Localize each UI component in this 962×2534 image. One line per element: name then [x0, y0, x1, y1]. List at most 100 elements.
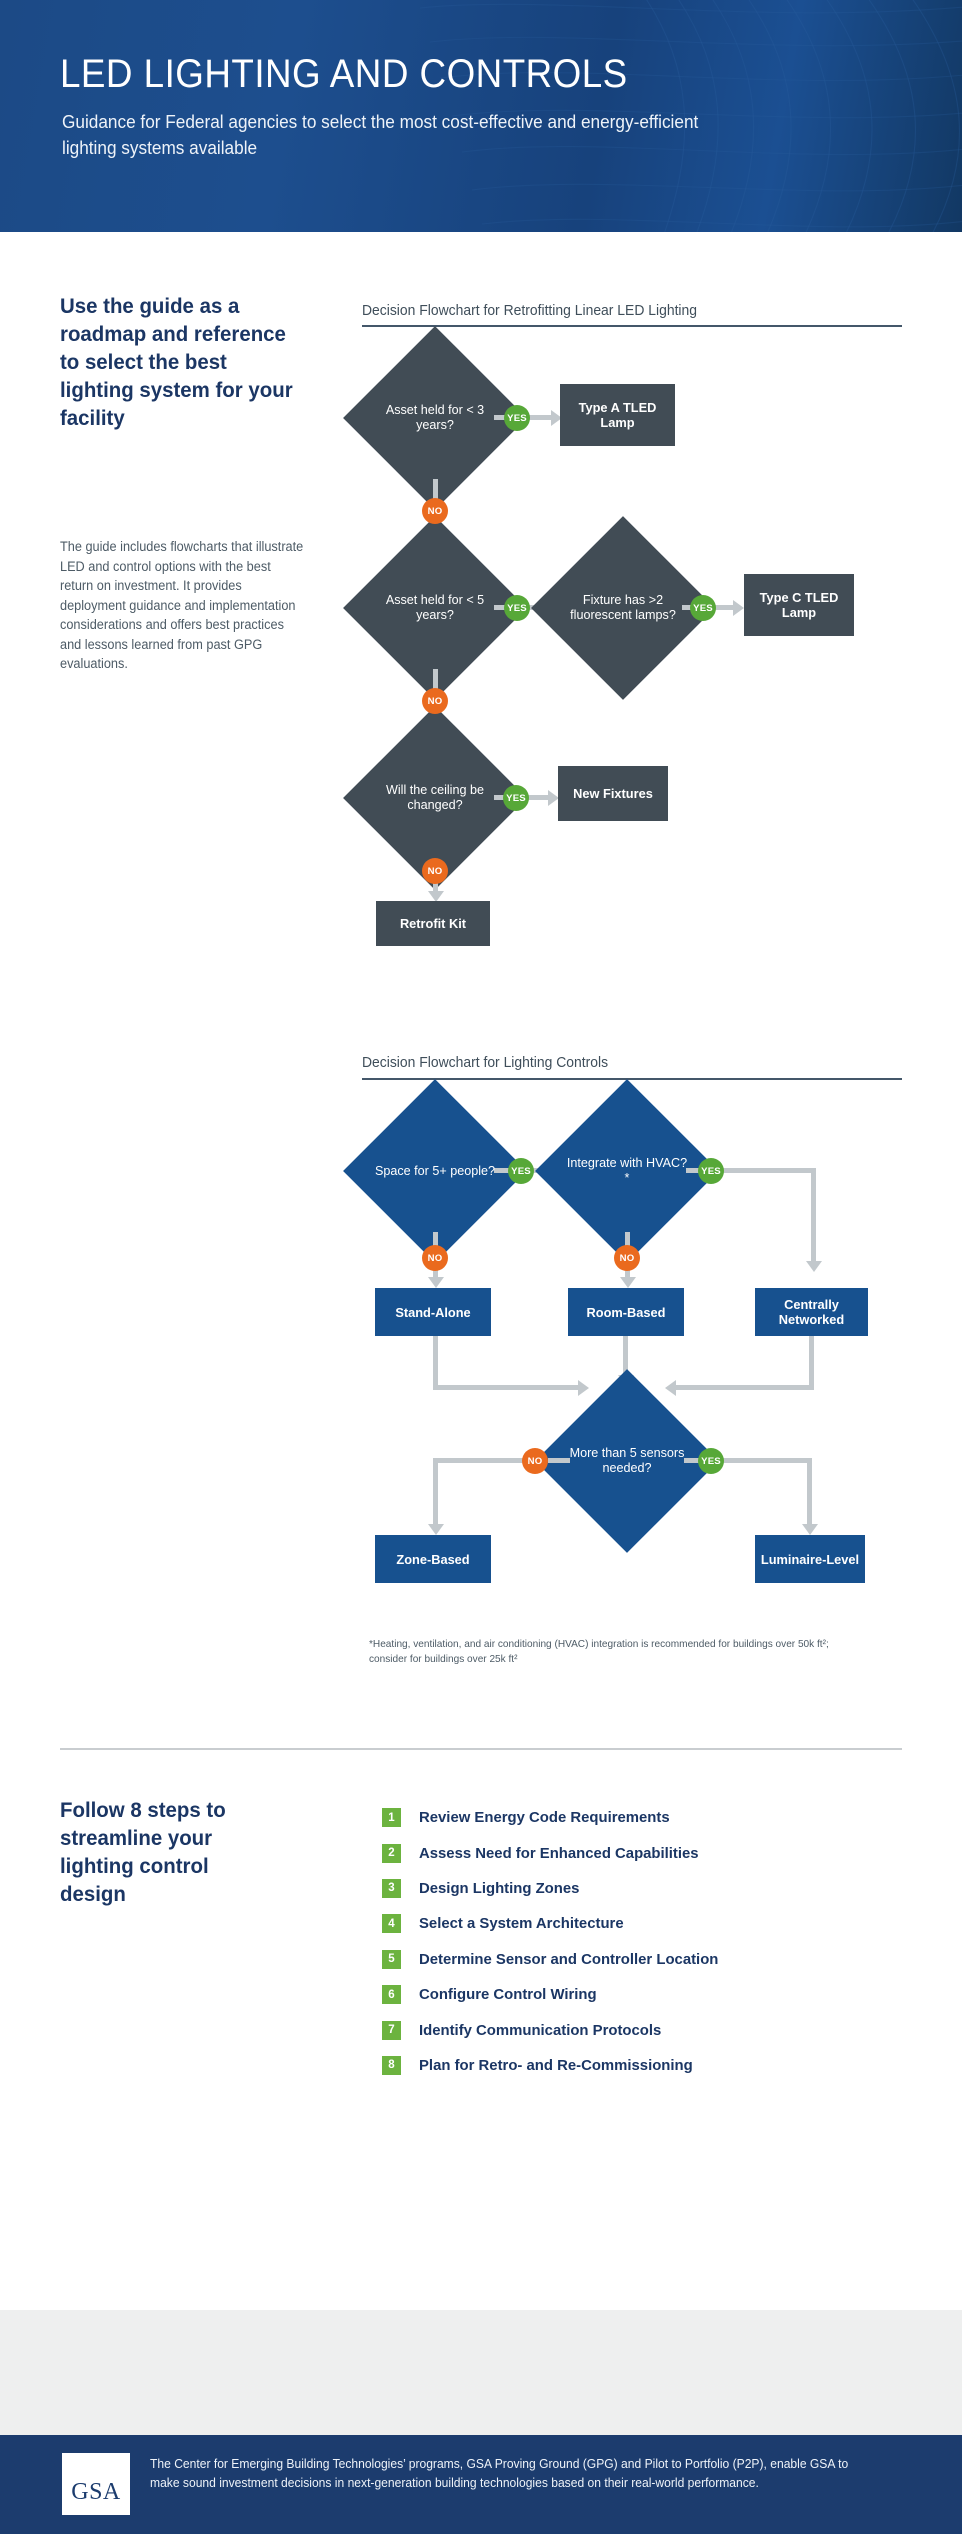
node-label: Asset held for < 3 years?: [385, 403, 485, 432]
flowchart2-node-zone-based[interactable]: Zone-Based: [375, 1535, 491, 1583]
flowchart2-node-integrate-hvac[interactable]: Integrate with HVAC?*: [535, 1079, 719, 1263]
node-label: Will the ceiling be changed?: [386, 783, 484, 812]
step-label: Plan for Retro- and Re-Commissioning: [419, 2056, 693, 2074]
connector-r1-down: [433, 1336, 438, 1390]
list-item[interactable]: 3 Design Lighting Zones: [382, 1871, 852, 1906]
flowchart2-node-more-than-5-sensors[interactable]: More than 5 sensors needed?: [535, 1369, 719, 1553]
arrowhead-r1-to-d3: [578, 1380, 589, 1396]
flowchart1-node-retrofit-kit[interactable]: Retrofit Kit: [376, 901, 490, 946]
steps-list: 1 Review Energy Code Requirements 2 Asse…: [382, 1800, 852, 2083]
step-label: Design Lighting Zones: [419, 1879, 580, 1897]
section-divider: [60, 1748, 902, 1750]
connector-yes-right: [722, 1458, 812, 1463]
flowchart2-footnote: *Heating, ventilation, and air condition…: [369, 1639, 829, 1665]
badge-yes-1: YES: [508, 1158, 534, 1184]
node-label: Type A TLED Lamp: [578, 400, 657, 430]
connector-central-down: [811, 1168, 816, 1263]
node-label: Zone-Based: [396, 1551, 470, 1567]
node-label: Fixture has >2 fluorescent lamps?: [570, 593, 676, 622]
node-label: Centrally Networked: [778, 1297, 845, 1327]
node-label: Room-Based: [586, 1304, 666, 1320]
badge-yes-2: YES: [504, 595, 530, 621]
flowchart2-node-centrally-networked[interactable]: Centrally Networked: [755, 1288, 868, 1336]
badge-no-1: NO: [422, 1245, 448, 1271]
page-subtitle: Guidance for Federal agencies to select …: [62, 111, 699, 158]
flowchart1-title: Decision Flowchart for Retrofitting Line…: [362, 303, 698, 319]
node-label: Space for 5+ people?: [374, 1163, 496, 1178]
step-number-badge: 2: [382, 1843, 401, 1863]
step-number-badge: 1: [382, 1808, 401, 1828]
footer-text: The Center for Emerging Building Technol…: [150, 2457, 849, 2490]
flowchart1-node-type-c-tled[interactable]: Type C TLED Lamp: [744, 574, 854, 636]
node-label: Type C TLED Lamp: [759, 590, 839, 620]
step-number-badge: 3: [382, 1878, 401, 1898]
badge-yes-2: YES: [698, 1158, 724, 1184]
page-header: LED LIGHTING AND CONTROLS Guidance for F…: [0, 0, 962, 232]
step-label: Select a System Architecture: [419, 1915, 624, 1933]
step-label: Configure Control Wiring: [419, 1986, 597, 2004]
page-footer: GSA The Center for Emerging Building Tec…: [0, 2435, 962, 2534]
flowchart2-node-space-5-people[interactable]: Space for 5+ people?: [343, 1079, 527, 1263]
step-label: Determine Sensor and Controller Location: [419, 1950, 719, 1968]
step-number-badge: 6: [382, 1985, 401, 2005]
arrowhead-to-r2: [733, 600, 744, 616]
flowchart1-rule: [362, 325, 902, 328]
node-label: Asset held for < 5 years?: [385, 593, 485, 622]
badge-no-2: NO: [422, 688, 448, 714]
arrowhead-to-r1: [428, 1277, 444, 1288]
node-label: More than 5 sensors needed?: [569, 1446, 685, 1475]
connector-r3-down: [809, 1336, 814, 1390]
flowchart1-node-type-a-tled[interactable]: Type A TLED Lamp: [560, 384, 675, 446]
list-item[interactable]: 6 Configure Control Wiring: [382, 1977, 852, 2012]
node-label: Luminaire-Level: [760, 1551, 860, 1567]
step-label: Identify Communication Protocols: [419, 2021, 662, 2039]
flowchart2-node-room-based[interactable]: Room-Based: [568, 1288, 684, 1336]
list-item[interactable]: 1 Review Energy Code Requirements: [382, 1800, 852, 1835]
steps-heading: Follow 8 steps to streamline your lighti…: [60, 1798, 226, 1906]
badge-no-2: NO: [614, 1245, 640, 1271]
arrowhead-to-r5: [802, 1524, 818, 1535]
flowchart1-node-new-fixtures[interactable]: New Fixtures: [558, 766, 668, 821]
step-number-badge: 8: [382, 2055, 401, 2075]
connector-yes-central: [722, 1168, 816, 1173]
flowchart2-node-luminaire-level[interactable]: Luminaire-Level: [755, 1535, 865, 1583]
badge-no-3: NO: [422, 858, 448, 884]
node-label: Stand-Alone: [395, 1304, 471, 1320]
flowchart1-node-asset-5yr[interactable]: Asset held for < 5 years?: [343, 516, 527, 700]
lead-heading: Use the guide as a roadmap and reference…: [60, 294, 293, 430]
node-label: New Fixtures: [573, 786, 653, 801]
list-item[interactable]: 8 Plan for Retro- and Re-Commissioning: [382, 2048, 852, 2083]
node-label: Retrofit Kit: [399, 916, 467, 931]
connector-no-down: [433, 1458, 438, 1526]
flowchart1-node-fixture-lamps[interactable]: Fixture has >2 fluorescent lamps?: [531, 516, 715, 700]
badge-no-1: NO: [422, 498, 448, 524]
node-label: Integrate with HVAC?*: [566, 1156, 688, 1185]
flowchart2-rule: [362, 1078, 902, 1081]
badge-no-3: NO: [522, 1448, 548, 1474]
step-number-badge: 4: [382, 1914, 401, 1934]
step-number-badge: 5: [382, 1949, 401, 1969]
flowchart2-node-stand-alone[interactable]: Stand-Alone: [375, 1288, 491, 1336]
flowchart1-node-ceiling-changed[interactable]: Will the ceiling be changed?: [343, 706, 527, 890]
flowchart2-title: Decision Flowchart for Lighting Controls: [362, 1055, 609, 1071]
gsa-logo: GSA: [62, 2453, 130, 2515]
arrowhead-r3-to-d3: [665, 1380, 676, 1396]
step-label: Review Energy Code Requirements: [419, 1809, 670, 1827]
connector-r3-left: [673, 1385, 814, 1390]
badge-yes-4: YES: [503, 785, 529, 811]
flowchart1-node-asset-3yr[interactable]: Asset held for < 3 years?: [343, 326, 527, 510]
lead-body-text: The guide includes flowcharts that illus…: [60, 539, 304, 671]
arrowhead-to-r3: [806, 1261, 822, 1272]
badge-yes-3: YES: [698, 1448, 724, 1474]
arrowhead-to-r2: [620, 1277, 636, 1288]
list-item[interactable]: 7 Identify Communication Protocols: [382, 2012, 852, 2047]
page-title: LED LIGHTING AND CONTROLS: [60, 52, 628, 96]
list-item[interactable]: 2 Assess Need for Enhanced Capabilities: [382, 1835, 852, 1870]
list-item[interactable]: 4 Select a System Architecture: [382, 1906, 852, 1941]
connector-yes-down: [807, 1458, 812, 1526]
step-number-badge: 7: [382, 2020, 401, 2040]
arrowhead-to-r4: [428, 1524, 444, 1535]
connector-r1-right: [433, 1385, 581, 1390]
badge-yes-1: YES: [504, 405, 530, 431]
list-item[interactable]: 5 Determine Sensor and Controller Locati…: [382, 1942, 852, 1977]
